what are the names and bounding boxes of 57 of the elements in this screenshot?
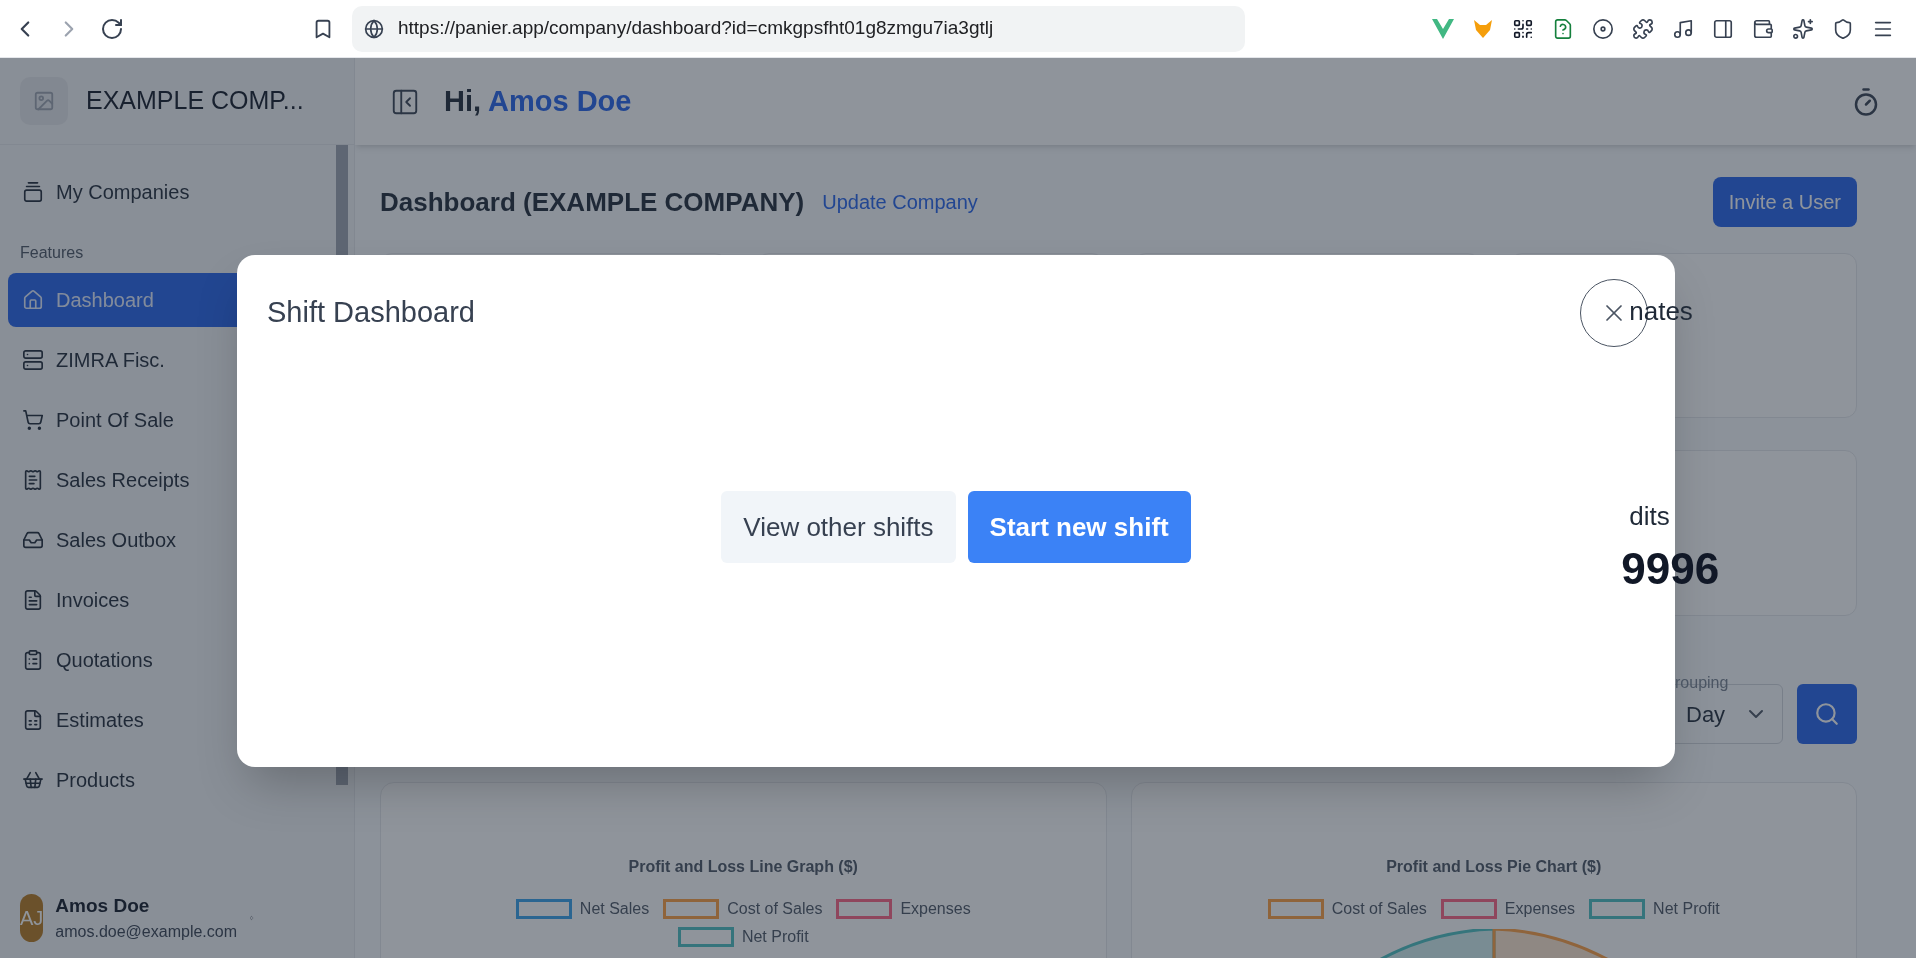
company-name[interactable]: EXAMPLE COMP... — [86, 82, 304, 120]
legend-label: Expenses — [900, 899, 971, 919]
sidebar-item[interactable]: Products — [8, 753, 328, 807]
image-icon — [33, 90, 55, 112]
user-name: Amos Doe — [55, 893, 151, 918]
legend-label: Net Profit — [741, 927, 809, 947]
clipboard-icon — [22, 649, 44, 671]
side-panel-icon[interactable] — [1712, 17, 1734, 40]
card-value: 9996 — [1621, 543, 1721, 595]
sidebar-item[interactable]: Sales Outbox — [8, 513, 328, 567]
greeting: Hi, Amos Doe — [444, 83, 632, 119]
legend-label: Net Sales — [579, 899, 650, 919]
cart-icon — [22, 409, 44, 431]
sidebar-item[interactable]: Invoices — [8, 573, 328, 627]
home-icon — [22, 289, 44, 311]
shield-icon[interactable] — [1832, 17, 1854, 40]
search-icon — [1814, 701, 1840, 727]
chart-title: Profit and Loss Pie Chart ($) — [1386, 857, 1602, 877]
receipt-icon — [22, 469, 44, 491]
sidebar-item[interactable]: Point Of Sale — [8, 393, 328, 447]
invite-user-button[interactable]: Invite a User — [1712, 177, 1857, 227]
spreadsheet-icon — [22, 709, 44, 731]
inbox-icon — [22, 529, 44, 551]
section-label: Features — [19, 243, 85, 263]
sidebar-item[interactable]: ZIMRA Fisc. — [8, 333, 328, 387]
search-button[interactable] — [1797, 684, 1857, 744]
legend-label: Cost of Sales — [727, 899, 823, 919]
legend-label: Expenses — [1504, 899, 1576, 919]
disc-icon[interactable] — [1592, 17, 1614, 40]
qr-code-icon[interactable] — [1512, 17, 1534, 40]
sparkles-icon[interactable] — [1792, 17, 1814, 40]
reload-icon[interactable] — [100, 16, 124, 41]
puzzle-icon[interactable] — [1632, 17, 1654, 40]
stacked-cards-icon — [22, 181, 44, 203]
server-icon — [22, 349, 44, 371]
view-shifts-button[interactable]: View other shifts — [721, 491, 956, 563]
sidebar-item[interactable]: Sales Receipts — [8, 453, 328, 507]
legend-label: Net Profit — [1653, 899, 1720, 919]
update-company-link[interactable]: Update Company — [822, 187, 978, 217]
music-icon[interactable] — [1672, 17, 1694, 40]
sidebar-item[interactable]: Estimates — [8, 693, 328, 747]
document-icon — [22, 589, 44, 611]
card-title: nates — [1629, 296, 1693, 326]
sidebar-item[interactable]: Quotations — [8, 633, 328, 687]
basket-icon — [22, 769, 44, 791]
page-title: Dashboard (EXAMPLE COMPANY) — [380, 185, 805, 219]
avatar: AJ — [20, 893, 44, 942]
legend-label: Cost of Sales — [1331, 899, 1427, 919]
sidebar-item[interactable]: My Companies — [8, 165, 328, 219]
question-file-icon[interactable] — [1552, 17, 1574, 40]
address-bar[interactable]: https://panier.app/company/dashboard?id=cmkgpsfht01g8zmgu7ia3gtlj — [352, 5, 1245, 52]
wallet-icon[interactable] — [1752, 17, 1774, 40]
card-title: dits — [1629, 500, 1671, 533]
chart-title: Profit and Loss Line Graph ($) — [628, 857, 858, 877]
globe-icon — [364, 18, 384, 39]
user-email: amos.doe@example.com — [55, 922, 237, 942]
start-shift-button[interactable]: Start new shift — [967, 491, 1191, 563]
